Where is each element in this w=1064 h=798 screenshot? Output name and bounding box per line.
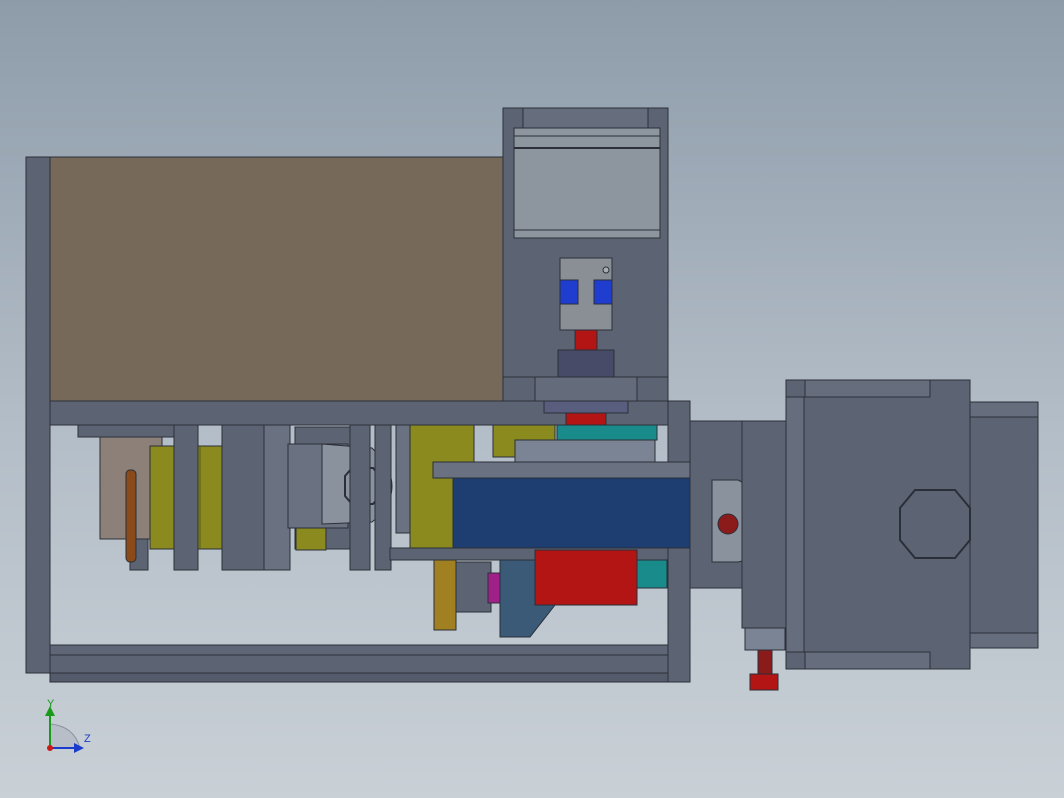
bearing-block [557,349,615,378]
enclosure-panel [49,156,506,402]
vertical-slider [741,420,787,629]
triad-origin [47,745,53,751]
support-plate-left [77,424,189,438]
cad-assembly-drawing[interactable] [0,0,1064,798]
red-foot-stem [757,649,773,675]
gearbox-top-rib [804,379,931,398]
gearbox-bottom-rib [804,651,931,670]
hub-flange [514,439,656,463]
brass-rod [433,559,457,631]
shaft-collar [543,400,629,414]
hub-collar [455,561,492,613]
copper-rod [125,469,137,563]
gearbox-end-cap [969,401,1039,649]
post [221,424,265,571]
frame-bottom-rail [49,654,669,674]
clamp-bolt [717,513,739,535]
end-cap-lip [969,632,1039,649]
post [263,424,291,571]
triad-y-label: Y [47,698,55,710]
coupling-jaw-right [593,279,613,305]
cad-viewport[interactable]: Y Z [0,0,1064,798]
mount-plate-slot [534,376,638,402]
blue-roller [452,477,720,549]
motor-bracket-top-cap [522,107,649,129]
vertical-bar [374,424,392,571]
post [173,424,199,571]
triad-z-label: Z [84,733,91,745]
frame-bottom-rail-upper [49,644,669,656]
slider-foot [744,627,786,651]
teal-block [556,424,658,441]
axis-triad [45,706,84,753]
coupling-jaw-left [559,279,579,305]
vertical-bar [395,424,411,534]
red-motor [534,549,638,606]
motor-shaft [574,329,598,351]
vertical-bar [349,424,371,571]
coupling-screw [602,266,610,274]
frame-bottom-rail-lower [49,672,669,683]
frame-left-post [25,156,51,674]
gearbox-hex-boss [899,489,971,559]
gearbox-flange [785,396,805,653]
red-foot [749,673,779,691]
end-cap-lip [969,401,1039,418]
motor-body [513,127,661,239]
